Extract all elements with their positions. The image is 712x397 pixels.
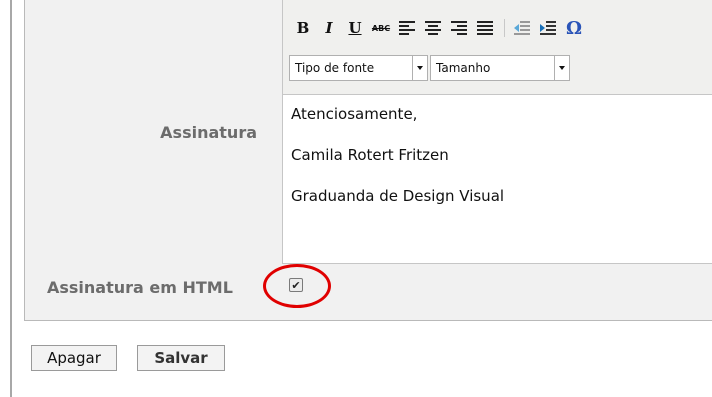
align-center-button[interactable] xyxy=(421,16,445,40)
justify-button[interactable] xyxy=(473,16,497,40)
strikethrough-button[interactable]: ABC xyxy=(369,16,393,40)
indent-button[interactable] xyxy=(536,16,560,40)
rich-text-editor: B I U ABC Ω Tipo de fonte Tamanho Atenci… xyxy=(282,0,712,264)
special-character-button[interactable]: Ω xyxy=(562,16,586,40)
signature-label: Assinatura xyxy=(160,123,257,142)
content-line: Atenciosamente, xyxy=(291,105,418,123)
editor-format-row: Tipo de fonte Tamanho xyxy=(289,55,570,81)
bold-button[interactable]: B xyxy=(291,16,315,40)
editor-content-area[interactable]: Atenciosamente, Camila Rotert Fritzen Gr… xyxy=(283,94,712,263)
align-right-icon xyxy=(451,21,467,35)
font-family-dropdown-icon[interactable] xyxy=(412,56,427,80)
highlight-circle xyxy=(263,264,331,308)
font-size-select-value: Tamanho xyxy=(436,61,491,75)
align-left-button[interactable] xyxy=(395,16,419,40)
toolbar-separator xyxy=(504,19,505,37)
font-family-select[interactable]: Tipo de fonte xyxy=(289,55,428,81)
save-button[interactable]: Salvar xyxy=(137,345,225,371)
page-left-border xyxy=(10,0,12,397)
align-center-icon xyxy=(425,21,441,35)
html-signature-label: Assinatura em HTML xyxy=(47,278,233,297)
font-family-select-value: Tipo de fonte xyxy=(295,61,375,75)
delete-button[interactable]: Apagar xyxy=(31,345,117,371)
content-line: Graduanda de Design Visual xyxy=(291,187,505,205)
outdent-button[interactable] xyxy=(510,16,534,40)
italic-button[interactable]: I xyxy=(317,16,341,40)
outdent-icon xyxy=(514,21,530,35)
indent-icon xyxy=(540,21,556,35)
align-left-icon xyxy=(399,21,415,35)
font-size-dropdown-icon[interactable] xyxy=(554,56,569,80)
align-right-button[interactable] xyxy=(447,16,471,40)
justify-icon xyxy=(477,21,493,35)
content-line: Camila Rotert Fritzen xyxy=(291,146,449,164)
underline-button[interactable]: U xyxy=(343,16,367,40)
font-size-select[interactable]: Tamanho xyxy=(430,55,570,81)
editor-toolbar: B I U ABC Ω xyxy=(291,14,588,42)
